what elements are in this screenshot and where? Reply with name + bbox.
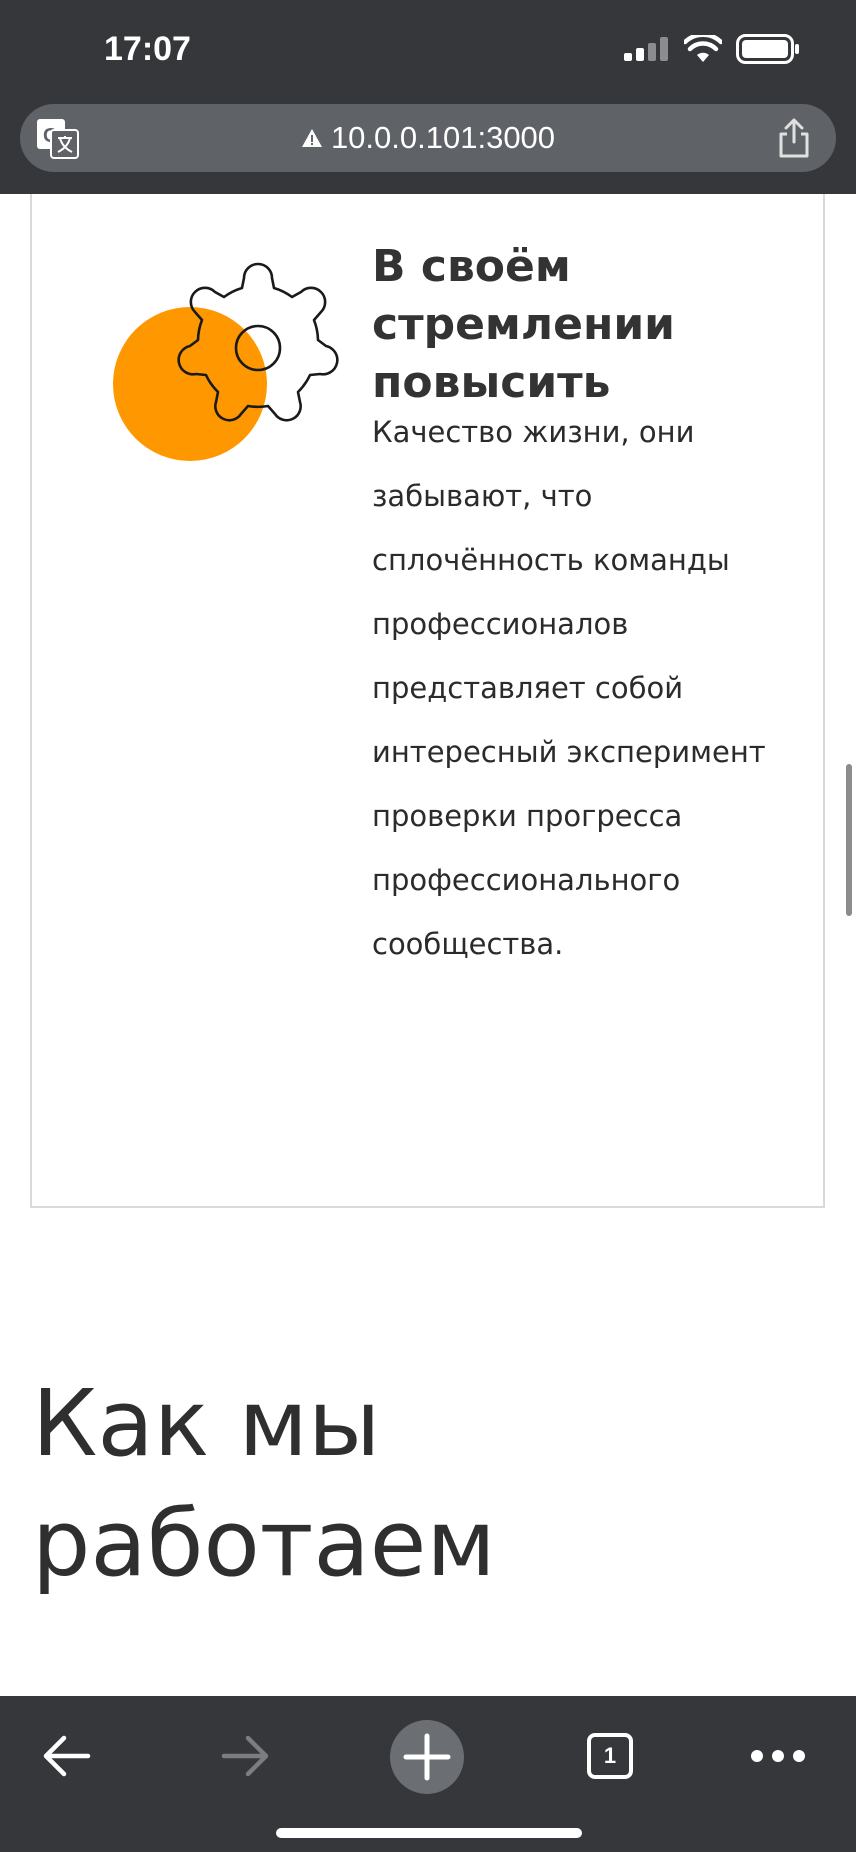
tab-count: 1	[603, 1743, 617, 1768]
status-time: 17:07	[104, 30, 191, 68]
more-icon	[751, 1750, 805, 1762]
feature-card: В своём стремлении повысить Качество жиз…	[30, 194, 825, 1208]
browser-toolbar: G 10.0.0.101:3000	[0, 96, 856, 194]
card-title: В своём стремлении повысить	[372, 241, 676, 408]
tabs-button[interactable]: 1	[580, 1726, 640, 1786]
tabs-icon: 1	[587, 1733, 633, 1779]
share-icon[interactable]	[774, 116, 814, 160]
new-tab-button[interactable]	[390, 1720, 464, 1794]
section-title: Как мы работаем	[32, 1370, 496, 1597]
forward-arrow-icon	[221, 1735, 269, 1777]
bottom-toolbar: 1	[0, 1696, 856, 1852]
new-tab-plus-icon	[390, 1720, 464, 1794]
address-bar[interactable]: G 10.0.0.101:3000	[20, 104, 836, 172]
back-arrow-icon	[43, 1735, 91, 1777]
forward-button[interactable]	[216, 1726, 276, 1786]
home-indicator[interactable]	[276, 1828, 582, 1838]
url-display[interactable]: 10.0.0.101:3000	[20, 120, 836, 156]
wifi-icon	[684, 35, 722, 62]
status-bar: 17:07	[0, 0, 856, 96]
card-text: Качество жизни, они забывают, что сплочё…	[372, 415, 766, 961]
battery-icon	[736, 34, 799, 64]
back-button[interactable]	[36, 1726, 96, 1786]
status-icons	[624, 34, 800, 64]
gear-illustration	[113, 262, 339, 461]
scrollbar[interactable]	[846, 764, 852, 916]
page-content: В своём стремлении повысить Качество жиз…	[0, 194, 856, 1696]
signal-icon	[624, 37, 668, 61]
url-text: 10.0.0.101:3000	[330, 120, 556, 155]
more-button[interactable]	[748, 1726, 808, 1786]
warning-icon	[301, 128, 322, 147]
